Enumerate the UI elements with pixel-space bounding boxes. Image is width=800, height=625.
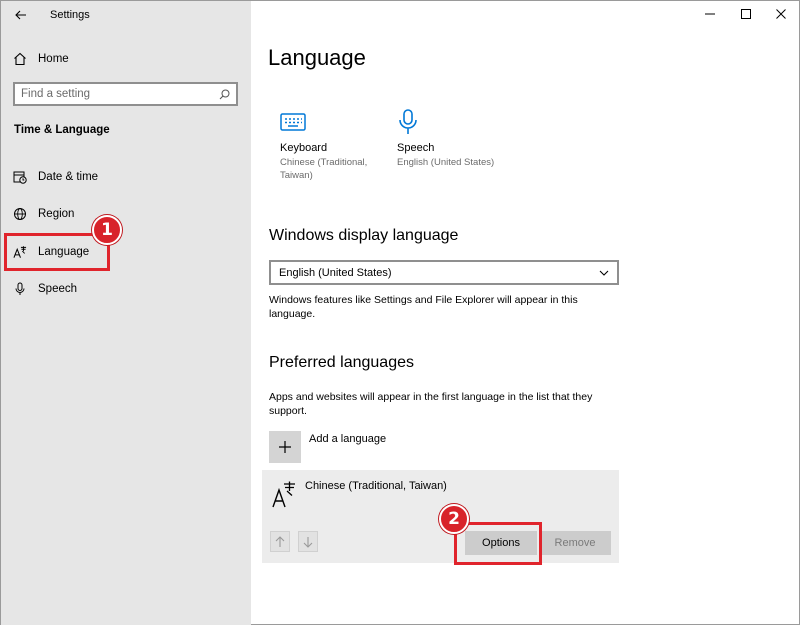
sidebar-item-date-time[interactable]: Date & time — [13, 166, 98, 188]
chevron-down-icon — [599, 270, 609, 276]
tile-sublabel: Chinese (Traditional, Taiwan) — [280, 157, 368, 181]
microphone-icon — [399, 109, 417, 134]
remove-button[interactable]: Remove — [539, 531, 611, 555]
sidebar-item-home[interactable]: Home — [13, 49, 69, 69]
sidebar-item-label: Home — [38, 53, 69, 65]
home-icon — [14, 52, 26, 66]
sidebar: Settings Home Time & Language Date & tim… — [1, 1, 251, 625]
sidebar-item-label: Speech — [38, 283, 78, 295]
calendar-clock-icon — [13, 170, 27, 184]
minimize-icon — [705, 13, 715, 15]
add-language-button[interactable] — [269, 431, 301, 463]
maximize-button[interactable] — [736, 5, 756, 23]
speech-tile[interactable]: Speech English (United States) — [397, 109, 497, 169]
callout-badge-1: 1 — [92, 215, 122, 245]
back-arrow-icon — [15, 10, 26, 20]
preferred-languages-heading: Preferred languages — [269, 354, 414, 371]
dropdown-value: English (United States) — [279, 266, 392, 279]
keyboard-icon — [280, 113, 306, 131]
section-heading: Time & Language — [14, 124, 110, 136]
app-title: Settings — [50, 9, 90, 21]
search-input[interactable] — [21, 88, 219, 100]
tile-label: Keyboard — [280, 142, 328, 154]
language-icon — [272, 480, 296, 510]
move-down-button[interactable] — [298, 531, 318, 552]
microphone-icon — [13, 282, 27, 296]
search-box[interactable] — [13, 82, 238, 106]
display-language-dropdown[interactable]: English (United States) — [269, 260, 619, 285]
close-button[interactable] — [771, 5, 791, 23]
sidebar-item-speech[interactable]: Speech — [13, 278, 77, 300]
language-name: Chinese (Traditional, Taiwan) — [305, 480, 447, 492]
minimize-button[interactable] — [700, 5, 720, 23]
arrow-down-icon — [303, 536, 313, 548]
back-button[interactable] — [12, 6, 30, 24]
tile-label: Speech — [397, 142, 435, 154]
callout-highlight-options — [454, 522, 542, 565]
display-language-description: Windows features like Settings and File … — [269, 294, 578, 320]
search-icon — [219, 89, 230, 99]
settings-window: Settings Home Time & Language Date & tim… — [0, 0, 800, 625]
plus-icon — [279, 441, 291, 453]
display-language-heading: Windows display language — [269, 227, 459, 244]
close-icon — [776, 9, 786, 19]
tile-sublabel: English (United States) — [397, 157, 495, 168]
sidebar-item-region[interactable]: Region — [13, 203, 74, 225]
callout-badge-2: 2 — [439, 504, 469, 534]
keyboard-tile[interactable]: Keyboard Chinese (Traditional, Taiwan) — [280, 109, 380, 182]
move-up-button[interactable] — [270, 531, 290, 552]
maximize-icon — [741, 9, 751, 19]
arrow-up-icon — [275, 535, 285, 547]
sidebar-item-label: Region — [38, 208, 75, 220]
preferred-languages-description: Apps and websites will appear in the fir… — [269, 391, 593, 417]
globe-icon — [13, 207, 27, 221]
page-title: Language — [268, 45, 366, 70]
sidebar-item-label: Date & time — [38, 171, 99, 183]
add-language-label[interactable]: Add a language — [309, 433, 386, 445]
